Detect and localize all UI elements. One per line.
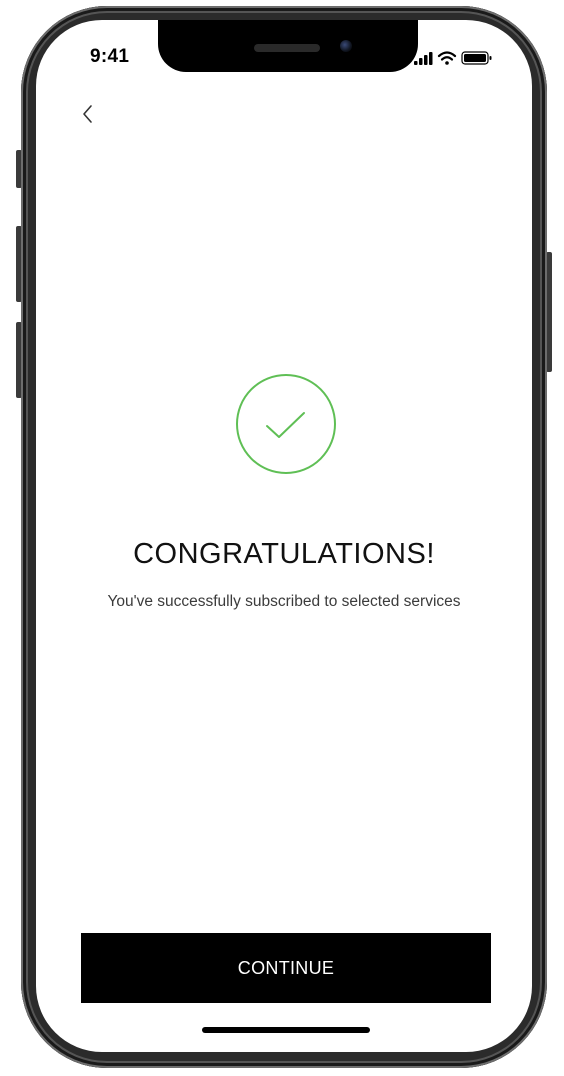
checkmark-circle-icon: [234, 372, 338, 476]
app-screen: 9:41 CONGRATULATIONS! You've successfull…: [36, 20, 532, 1052]
back-button[interactable]: [76, 102, 100, 126]
chevron-left-icon: [83, 105, 92, 123]
battery-icon: [461, 51, 492, 65]
continue-button[interactable]: CONTINUE: [81, 933, 491, 1003]
cellular-signal-icon: [414, 52, 433, 65]
success-title: CONGRATULATIONS!: [133, 538, 435, 570]
status-time: 9:41: [90, 46, 130, 67]
home-indicator[interactable]: [202, 1027, 370, 1033]
wifi-icon: [437, 51, 457, 65]
status-icons: [414, 50, 496, 66]
speaker-grille: [254, 44, 320, 52]
notch: [158, 20, 418, 72]
success-message: You've successfully subscribed to select…: [107, 593, 461, 610]
front-camera: [340, 40, 352, 52]
device-mockup: 9:41 CONGRATULATIONS! You've successfull…: [0, 0, 564, 1076]
